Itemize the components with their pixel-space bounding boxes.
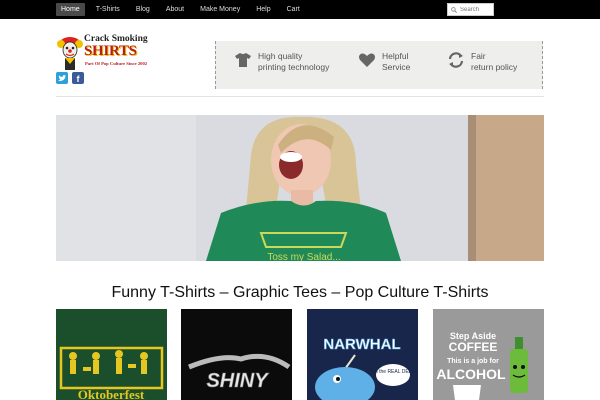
main-menu: Home T-Shirts Blog About Make Money Help… (56, 3, 311, 16)
nav-item-home[interactable]: Home (56, 3, 85, 16)
search-icon (451, 6, 457, 13)
hero-shirt-text: Toss my Salad... (267, 252, 340, 261)
feature-returns: Fair return policy (447, 51, 517, 73)
feature-quality-line1: High quality (258, 51, 303, 61)
nav-item-cart[interactable]: Cart (282, 3, 305, 16)
feature-service-line1: Helpful (382, 51, 409, 61)
features-band: High quality printing technology Helpful S… (215, 41, 543, 89)
nav-item-blog[interactable]: Blog (131, 3, 155, 16)
narwhal-speech-text: I'm the REAL DEAL (371, 369, 415, 375)
logo-text-line2: SHIRTS (84, 43, 137, 59)
feature-quality-line2: printing technology (258, 62, 330, 72)
refresh-icon (448, 52, 464, 68)
tshirt-icon (235, 53, 251, 67)
logo-tagline: Part Of Pop Culture Since 2002 (85, 61, 148, 66)
twitter-icon[interactable] (56, 72, 68, 84)
narwhal-shirt-image: NARWHAL I'm the REAL DEAL (307, 309, 418, 400)
coffee-line2: COFFEE (449, 340, 498, 354)
hero-photo: Toss my Salad... (56, 115, 544, 261)
heart-icon (359, 53, 375, 67)
clown-mascot-icon (57, 37, 83, 70)
search-box[interactable] (447, 3, 494, 16)
hero-banner[interactable]: Toss my Salad... (56, 115, 544, 261)
site-logo[interactable]: Crack Smoking SHIRTS Part Of Pop Culture… (57, 31, 161, 73)
search-input[interactable] (460, 6, 492, 13)
feature-quality: High quality printing technology (234, 51, 329, 73)
product-oktoberfest[interactable]: Oktoberfest (56, 309, 167, 400)
product-coffee-alcohol[interactable]: Step Aside COFFEE This is a job for ALCO… (433, 309, 544, 400)
nav-item-tshirts[interactable]: T-Shirts (91, 3, 125, 16)
page-title: Funny T-Shirts – Graphic Tees – Pop Cult… (111, 284, 489, 301)
shiny-shirt-image: SHINY (181, 309, 292, 400)
oktoberfest-text: Oktoberfest (78, 387, 145, 400)
feature-returns-line2: return policy (471, 62, 518, 72)
coffee-line3: This is a job for (447, 358, 499, 365)
coffee-alcohol-shirt-image: Step Aside COFFEE This is a job for ALCO… (433, 309, 544, 400)
oktoberfest-shirt-image: Oktoberfest (56, 309, 167, 400)
nav-item-help[interactable]: Help (251, 3, 275, 16)
top-navigation-bar: Home T-Shirts Blog About Make Money Help… (0, 0, 600, 19)
nav-item-make-money[interactable]: Make Money (195, 3, 245, 16)
nav-item-about[interactable]: About (161, 3, 189, 16)
facebook-icon[interactable]: f (72, 72, 84, 84)
header-divider (56, 96, 544, 97)
feature-service-line2: Service (382, 62, 411, 72)
feature-service: Helpful Service (358, 51, 410, 73)
narwhal-title-text: NARWHAL (323, 336, 400, 353)
shiny-text: SHINY (206, 370, 269, 392)
product-shiny[interactable]: SHINY (181, 309, 292, 400)
coffee-line4: ALCOHOL (436, 366, 506, 382)
feature-returns-line1: Fair (471, 51, 486, 61)
product-narwhal[interactable]: NARWHAL I'm the REAL DEAL (307, 309, 418, 400)
